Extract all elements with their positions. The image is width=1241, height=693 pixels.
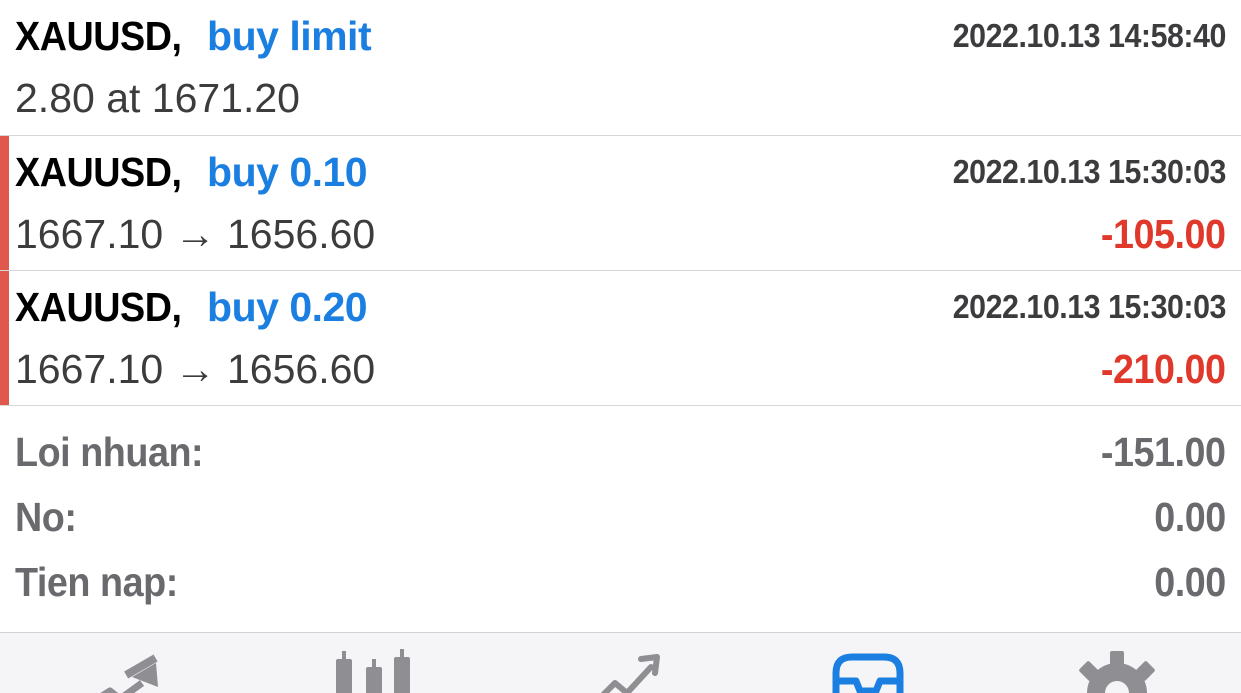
- position-profit: -210.00: [1101, 345, 1226, 392]
- symbol-label: XAUUSD,: [15, 148, 182, 195]
- summary-value: 0.00: [1154, 559, 1226, 605]
- order-row[interactable]: XAUUSD, buy limit 2022.10.13 14:58:40 2.…: [0, 0, 1241, 136]
- position-row[interactable]: XAUUSD, buy 0.10 2022.10.13 15:30:03 166…: [0, 136, 1241, 271]
- position-type-label: buy 0.10: [207, 148, 368, 195]
- quotes-icon: [100, 654, 158, 693]
- symbol-label: XAUUSD,: [15, 12, 182, 59]
- trade-icon: [600, 654, 660, 693]
- summary-row-profit: Loi nhuan: -151.00: [15, 420, 1226, 485]
- summary-value: 0.00: [1154, 494, 1226, 540]
- position-time: 2022.10.13 15:30:03: [952, 288, 1227, 325]
- summary-label: Loi nhuan:: [15, 429, 204, 475]
- chart-icon: [336, 649, 410, 693]
- position-type-label: buy 0.20: [207, 283, 368, 330]
- tab-quotes[interactable]: [80, 647, 170, 693]
- summary-row-credit: No: 0.00: [15, 485, 1226, 550]
- position-time: 2022.10.13 15:30:03: [952, 153, 1227, 190]
- summary-value: -151.00: [1101, 429, 1226, 475]
- tab-history[interactable]: [822, 647, 912, 693]
- position-prices: 1667.10 → 1656.60: [15, 210, 376, 257]
- position-row[interactable]: XAUUSD, buy 0.20 2022.10.13 15:30:03 166…: [0, 271, 1241, 406]
- summary-label: No:: [15, 494, 77, 540]
- account-summary: Loi nhuan: -151.00 No: 0.00 Tien nap: 0.…: [15, 420, 1226, 615]
- summary-row-deposit: Tien nap: 0.00: [15, 550, 1226, 615]
- symbol-label: XAUUSD,: [15, 283, 182, 330]
- order-detail: 2.80 at 1671.20: [15, 74, 300, 121]
- position-prices: 1667.10 → 1656.60: [15, 345, 376, 392]
- loss-marker: [0, 271, 9, 405]
- history-icon: [832, 653, 904, 693]
- position-profit: -105.00: [1101, 210, 1226, 257]
- order-type-label: buy limit: [207, 12, 372, 59]
- summary-label: Tien nap:: [15, 559, 178, 605]
- settings-icon: [1079, 651, 1155, 693]
- loss-marker: [0, 136, 9, 270]
- tab-chart[interactable]: [330, 647, 420, 693]
- tab-settings[interactable]: [1072, 647, 1162, 693]
- history-screen: XAUUSD, buy limit 2022.10.13 14:58:40 2.…: [0, 0, 1241, 693]
- tab-trade[interactable]: [585, 647, 675, 693]
- order-time: 2022.10.13 14:58:40: [952, 17, 1227, 54]
- tab-bar: [0, 632, 1241, 693]
